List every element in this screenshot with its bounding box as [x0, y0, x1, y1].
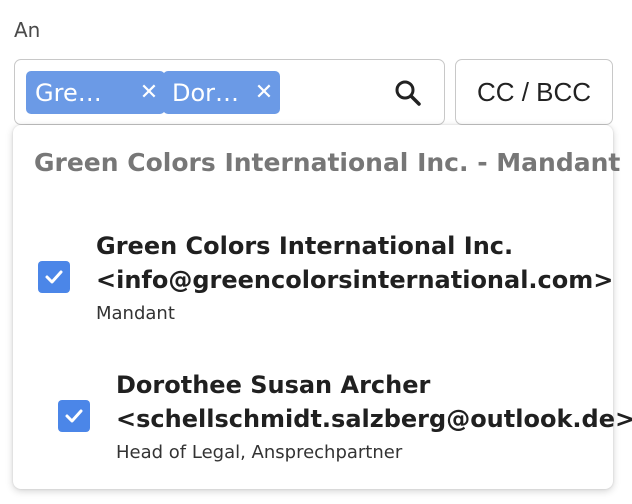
option-name: Green Colors International Inc. — [96, 232, 514, 260]
group-title: Green Colors International Inc. - Mandan… — [34, 148, 621, 177]
suggestion-option[interactable]: Green Colors International Inc. <info@gr… — [38, 229, 613, 329]
checkbox-checked[interactable] — [58, 400, 90, 432]
option-role: Mandant — [96, 303, 175, 324]
option-email: <info@greencolorsinternational.com> — [96, 266, 614, 294]
search-icon[interactable] — [392, 77, 424, 109]
option-text: Dorothee Susan Archer <schellschmidt.sal… — [116, 368, 632, 463]
checkbox-checked[interactable] — [38, 261, 70, 293]
cc-bcc-button[interactable]: CC / BCC — [455, 59, 613, 125]
recipient-chip[interactable]: Dor… ✕ — [163, 71, 280, 114]
checkmark-icon — [45, 270, 63, 284]
recipient-suggestions-dropdown: Green Colors International Inc. - Mandan… — [13, 125, 632, 489]
option-text: Green Colors International Inc. <info@gr… — [96, 229, 613, 324]
close-icon[interactable]: ✕ — [248, 71, 280, 114]
option-email: <schellschmidt.salzberg@outlook.de> — [116, 405, 632, 433]
recipient-chip-label: Gre… — [35, 78, 102, 107]
close-icon[interactable]: ✕ — [133, 71, 165, 114]
to-field-label: An — [14, 18, 41, 42]
recipient-picker: An Gre… ✕ Dor… ✕ CC / BCC Green Colors I… — [0, 0, 632, 504]
option-role: Head of Legal, Ansprechpartner — [116, 442, 403, 463]
recipient-chip-label: Dor… — [172, 78, 240, 107]
recipient-chip[interactable]: Gre… ✕ — [26, 71, 165, 114]
recipient-input-box[interactable]: Gre… ✕ Dor… ✕ — [14, 59, 445, 125]
checkmark-icon — [65, 409, 83, 423]
suggestion-option[interactable]: Dorothee Susan Archer <schellschmidt.sal… — [58, 368, 632, 468]
option-name: Dorothee Susan Archer — [116, 371, 431, 399]
